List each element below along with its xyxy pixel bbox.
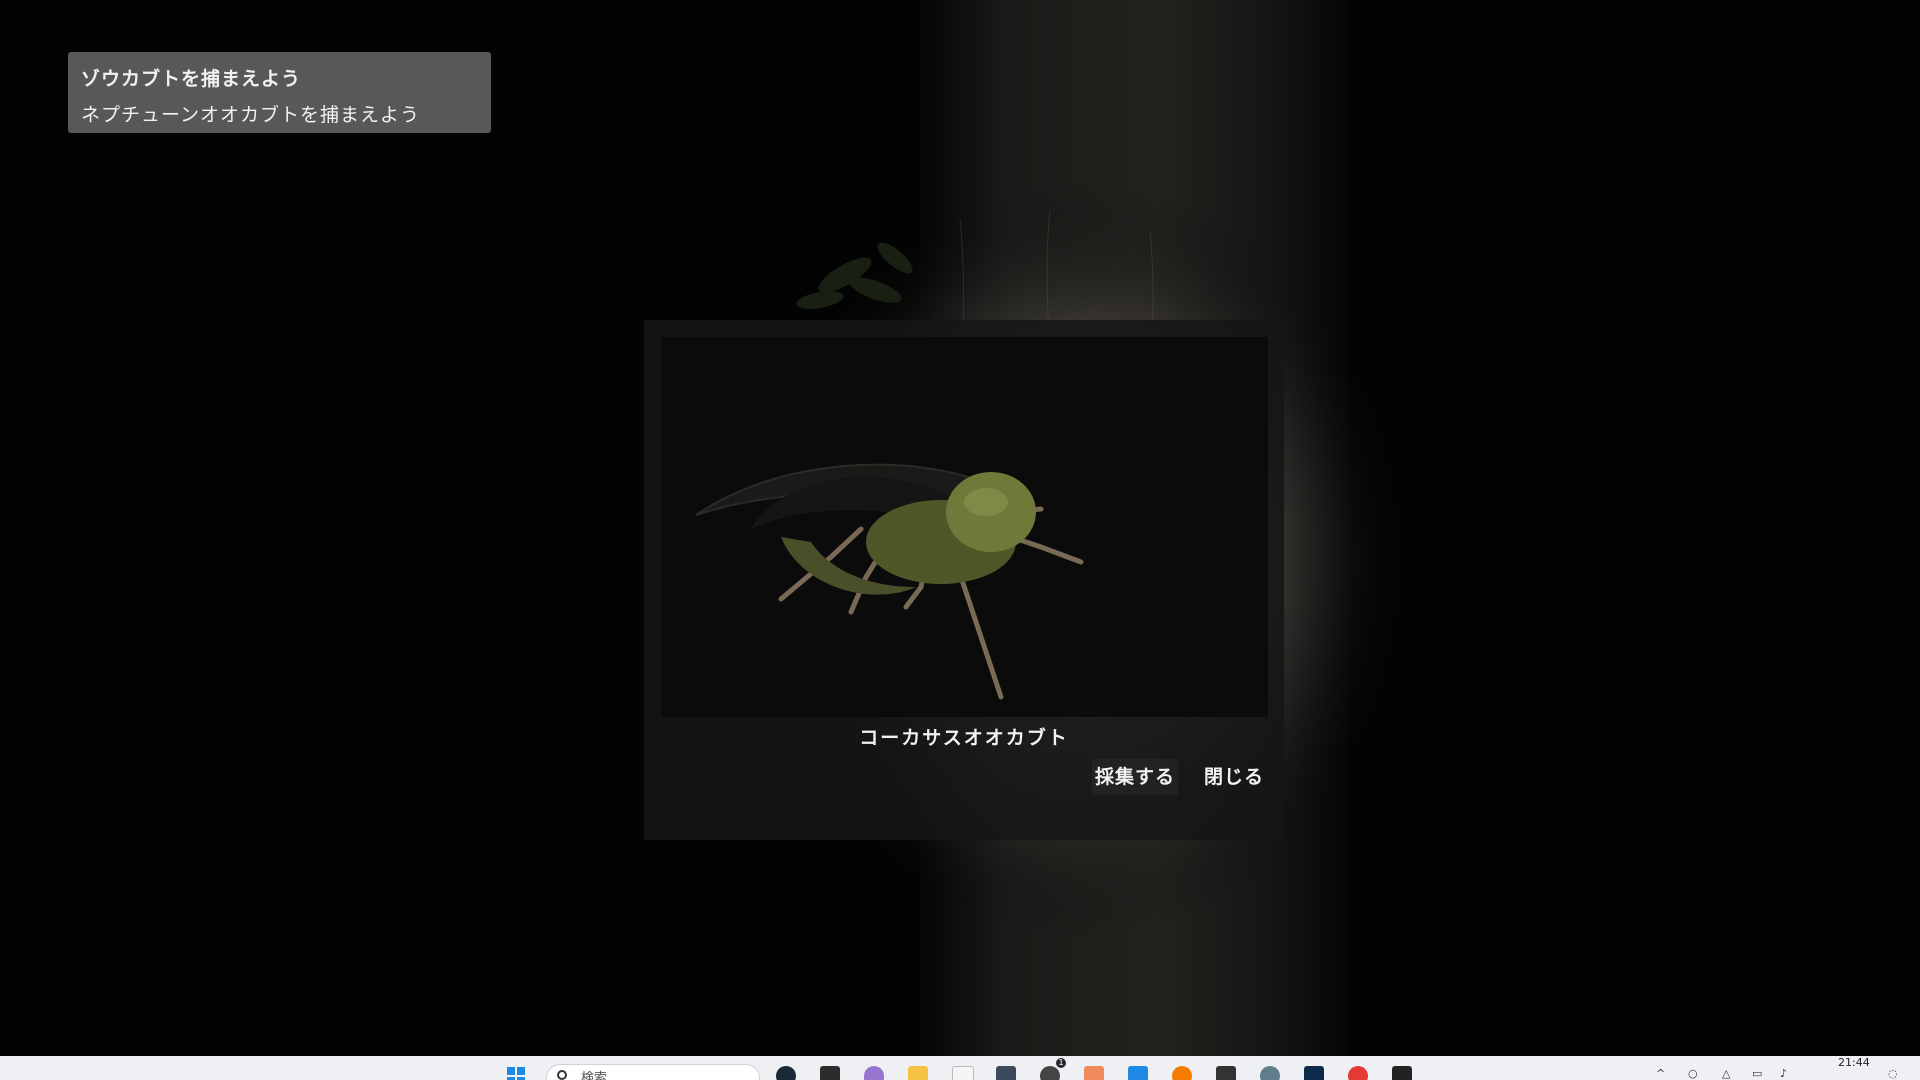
photoshop-icon[interactable]: [1304, 1066, 1324, 1080]
close-button[interactable]: 閉じる: [1198, 759, 1270, 795]
clock[interactable]: 21:44: [1838, 1056, 1870, 1069]
unity-icon[interactable]: [1040, 1066, 1060, 1080]
beetle-model: [695, 463, 1084, 700]
capture-icon[interactable]: [996, 1066, 1016, 1080]
app-icon[interactable]: [1392, 1066, 1412, 1080]
epic-games-icon[interactable]: [820, 1066, 840, 1080]
network-icon[interactable]: ▭: [1752, 1068, 1764, 1080]
volume-icon[interactable]: ♪: [1780, 1068, 1792, 1080]
app-icon[interactable]: [864, 1066, 884, 1080]
capture-dialog: コーカサスオオカブト 採集する 閉じる: [644, 320, 1284, 840]
store-icon[interactable]: [952, 1066, 974, 1080]
steam-icon[interactable]: [776, 1066, 796, 1080]
search-icon: [557, 1070, 567, 1080]
quest-panel: ゾウカブトを捕まえよう ネプチューンオオカブトを捕まえよう: [68, 52, 491, 133]
start-icon[interactable]: [506, 1066, 526, 1080]
file-explorer-icon[interactable]: [908, 1066, 928, 1080]
game-viewport[interactable]: ゾウカブトを捕まえよう ネプチューンオオカブトを捕まえよう コーカサスオオカブト…: [0, 0, 1920, 1056]
warning-icon[interactable]: △: [1722, 1068, 1734, 1080]
chrome-icon[interactable]: [1348, 1066, 1368, 1080]
taskbar: 検索 1 ^ ○ △ ▭ ♪ 21:44 ◌: [0, 1056, 1920, 1080]
notification-badge: 1: [1056, 1058, 1066, 1068]
terminal-icon[interactable]: [1216, 1066, 1236, 1080]
quest-item: ゾウカブトを捕まえよう: [81, 68, 302, 90]
cloud-icon[interactable]: ○: [1688, 1068, 1700, 1080]
vscode-icon[interactable]: [1128, 1066, 1148, 1080]
notification-icon[interactable]: ◌: [1888, 1068, 1900, 1080]
app-icon[interactable]: [1084, 1066, 1104, 1080]
settings-icon[interactable]: [1260, 1066, 1280, 1080]
taskbar-search[interactable]: 検索: [546, 1064, 760, 1080]
search-placeholder: 検索: [581, 1071, 608, 1080]
chevron-up-icon[interactable]: ^: [1656, 1068, 1668, 1080]
beetle-name: コーカサスオオカブト: [859, 727, 1069, 749]
blender-icon[interactable]: [1172, 1066, 1192, 1080]
collect-button[interactable]: 採集する: [1092, 759, 1178, 795]
beetle-preview: [661, 337, 1268, 717]
quest-item: ネプチューンオオカブトを捕まえよう: [81, 104, 421, 126]
